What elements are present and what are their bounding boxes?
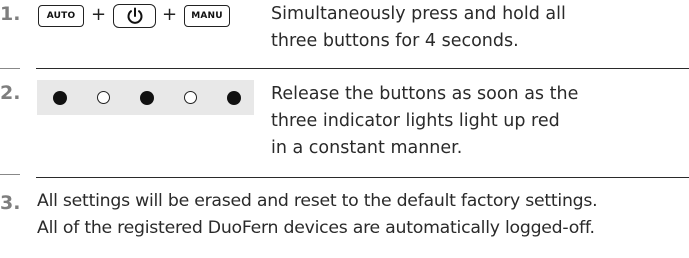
led-on-icon (53, 91, 67, 105)
step-number: 2. (0, 82, 21, 104)
divider (36, 68, 689, 69)
step-3-text: All settings will be erased and reset to… (37, 188, 598, 242)
power-icon (127, 7, 142, 24)
text-line: All of the registered DuoFern devices ar… (37, 218, 595, 238)
text-line: three indicator lights light up red (271, 111, 560, 131)
led-on-icon (140, 91, 154, 105)
power-button (113, 4, 156, 28)
led-off-icon (184, 91, 197, 104)
step-2-text: Release the buttons as soon as the three… (271, 81, 578, 162)
text-line: three buttons for 4 seconds. (271, 31, 519, 51)
divider (36, 177, 689, 178)
divider-stub (0, 68, 20, 69)
auto-button: AUTO (38, 5, 84, 27)
led-off-icon (97, 91, 110, 104)
plus-sign: + (162, 4, 178, 25)
plus-sign: + (91, 4, 107, 25)
step-number: 1. (0, 3, 21, 25)
text-line: Release the buttons as soon as the (271, 84, 579, 104)
text-line: All settings will be erased and reset to… (37, 191, 598, 211)
divider-stub (0, 174, 20, 175)
text-line: Simultaneously press and hold all (271, 4, 566, 24)
text-line: in a constant manner. (271, 138, 463, 158)
led-on-icon (227, 91, 241, 105)
manu-button: MANU (184, 5, 230, 27)
step-1-text: Simultaneously press and hold all three … (271, 1, 566, 55)
indicator-lights (37, 80, 254, 115)
step-number: 3. (0, 192, 21, 214)
